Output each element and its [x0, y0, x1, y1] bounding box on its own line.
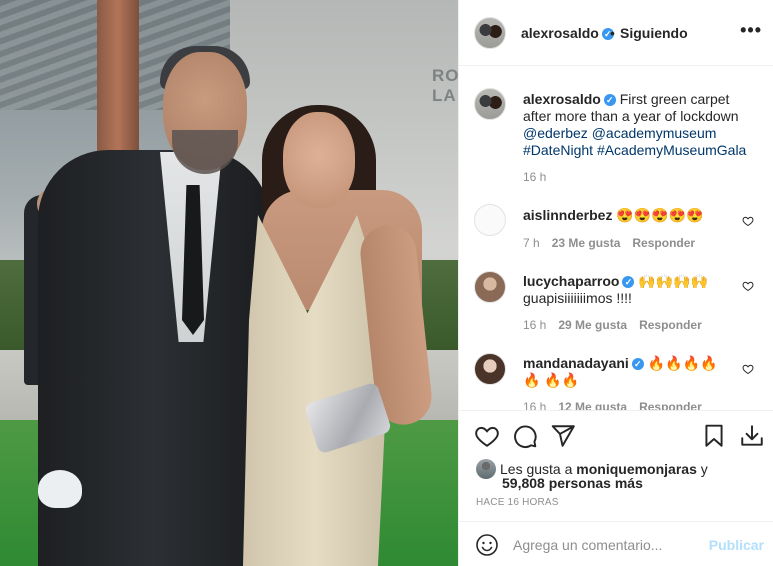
comment-username[interactable]: mandanadayani ✓	[523, 355, 644, 371]
comment-text: aislinnderbez 😍😍😍😍😍	[523, 207, 733, 224]
hashtag-link[interactable]: #DateNight	[523, 142, 593, 158]
comment-bubble-icon[interactable]	[512, 423, 538, 449]
post-panel: alexrosaldo ✓ • Siguiendo ••• alexrosaldo…	[458, 0, 773, 566]
caption-text: alexrosaldo ✓ First green carpet after mo…	[523, 91, 759, 159]
photo-sign: RO LA	[432, 66, 458, 105]
post-photo[interactable]: RO LA	[0, 0, 458, 566]
comment-meta: 16 h 12 Me gusta Responder	[523, 400, 714, 410]
photo-mask	[38, 470, 82, 508]
reply-button[interactable]: Responder	[639, 318, 702, 332]
photo-woman-head	[283, 112, 355, 208]
mention-link[interactable]: @academymuseum	[592, 125, 717, 141]
comment-time[interactable]: 16 h	[523, 318, 546, 332]
comment-username[interactable]: aislinnderbez	[523, 207, 612, 223]
hashtag-link[interactable]: #AcademyMuseumGala	[597, 142, 746, 158]
following-button[interactable]: Siguiendo	[620, 25, 688, 41]
post-comment-button[interactable]: Publicar	[709, 537, 764, 553]
verified-icon: ✓	[603, 94, 616, 106]
share-direct-icon[interactable]	[550, 423, 576, 449]
post-timestamp[interactable]: Hace 16 horas	[476, 497, 559, 508]
comment-avatar[interactable]	[474, 353, 506, 385]
comment-input[interactable]	[513, 534, 703, 556]
verified-icon: ✓	[631, 358, 644, 370]
add-comment-bar: Publicar	[459, 521, 773, 566]
caption-avatar[interactable]	[474, 88, 506, 120]
comment-avatar[interactable]	[474, 271, 506, 303]
comment-time[interactable]: 16 h	[523, 400, 546, 410]
author-avatar[interactable]	[474, 17, 506, 49]
likes-count[interactable]: 59,808 personas más	[502, 475, 643, 491]
action-bar: Les gusta a moniquemonjaras y 59,808 per…	[459, 410, 773, 515]
comment-text: lucychaparroo ✓ 🙌🙌🙌🙌 guapisiiiiiiimos !!!…	[523, 273, 733, 307]
comment-like-icon[interactable]	[742, 215, 754, 227]
comment-meta: 7 h 23 Me gusta Responder	[523, 236, 707, 250]
caption-time[interactable]: 16 h	[523, 170, 546, 184]
download-icon[interactable]	[739, 423, 765, 449]
author-username[interactable]: alexrosaldo ✓	[521, 25, 614, 41]
comment-likes[interactable]: 29 Me gusta	[558, 318, 627, 332]
comment-time[interactable]: 7 h	[523, 236, 540, 250]
comment-username[interactable]: lucychaparroo ✓	[523, 273, 635, 289]
reply-button[interactable]: Responder	[639, 400, 702, 410]
comment-text: mandanadayani ✓ 🔥🔥🔥🔥🔥 🔥🔥	[523, 355, 733, 389]
verified-icon: ✓	[622, 276, 635, 288]
like-heart-icon[interactable]	[474, 423, 500, 449]
save-bookmark-icon[interactable]	[701, 423, 727, 449]
emoji-icon[interactable]	[475, 533, 499, 557]
photo-pillar	[97, 0, 139, 170]
comments-list[interactable]: alexrosaldo ✓ First green carpet after mo…	[459, 66, 773, 410]
mention-link[interactable]: @ederbez	[523, 125, 588, 141]
comment-like-icon[interactable]	[742, 363, 754, 375]
more-options-icon[interactable]: •••	[740, 20, 762, 41]
caption-username[interactable]: alexrosaldo ✓	[523, 91, 616, 107]
post-header: alexrosaldo ✓ • Siguiendo •••	[459, 0, 773, 66]
reply-button[interactable]: Responder	[632, 236, 695, 250]
comment-like-icon[interactable]	[742, 280, 754, 292]
comment-meta: 16 h 29 Me gusta Responder	[523, 318, 714, 332]
separator-dot: •	[610, 25, 615, 41]
liker-avatar[interactable]	[476, 459, 496, 479]
comment-avatar[interactable]	[474, 204, 506, 236]
comment-likes[interactable]: 23 Me gusta	[552, 236, 621, 250]
comment-body: 😍😍😍😍😍	[616, 207, 704, 223]
likes-connector: y	[700, 461, 708, 477]
comment-likes[interactable]: 12 Me gusta	[558, 400, 627, 410]
